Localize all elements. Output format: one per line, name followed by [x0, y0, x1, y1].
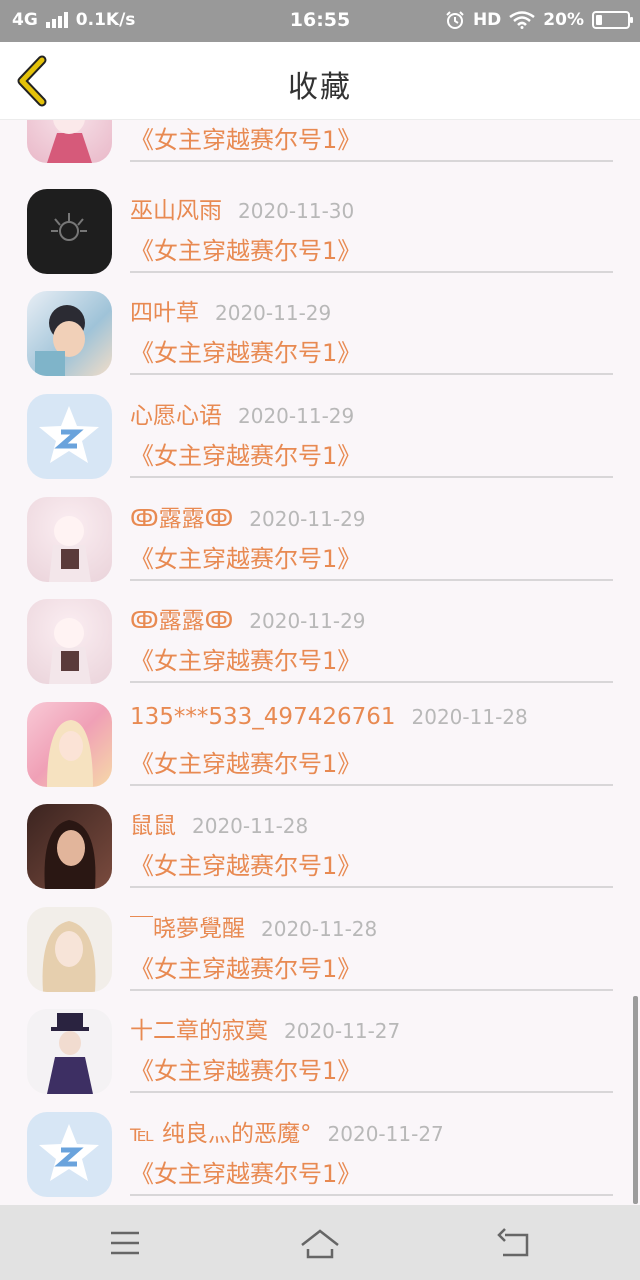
book-title: 《女主穿越赛尔号1》 [130, 1160, 362, 1188]
favorite-date: 2020-11-28 [192, 814, 309, 838]
user-name: 心愿心语 [130, 403, 222, 429]
user-avatar [27, 394, 112, 479]
back-nav-button[interactable] [493, 1223, 537, 1263]
divider [130, 1194, 613, 1196]
favorite-date: 2020-11-29 [238, 404, 355, 428]
book-title: 《女主穿越赛尔号1》 [130, 126, 362, 154]
user-name: ↂ露露ↂ [130, 506, 234, 532]
menu-button[interactable] [103, 1223, 147, 1263]
user-avatar [27, 291, 112, 376]
user-name: 四叶草 [130, 300, 199, 326]
app-header: 收藏 [0, 42, 640, 120]
user-name: 135***533_497426761 [130, 704, 396, 730]
scrollbar[interactable] [633, 996, 638, 1204]
divider [130, 886, 613, 888]
divider [130, 373, 613, 375]
user-name: ℡ 纯良灬的恶魔° [130, 1121, 312, 1147]
favorite-date: 2020-11-29 [249, 507, 366, 531]
user-name: ↂ露露ↂ [130, 608, 234, 634]
home-button[interactable] [298, 1223, 342, 1263]
favorite-date: 2020-11-30 [238, 199, 355, 223]
alarm-icon [446, 11, 464, 29]
list-item[interactable]: ↂ露露ↂ 2020-11-29 《女主穿越赛尔号1》 [0, 591, 640, 693]
favorite-date: 2020-11-29 [215, 301, 332, 325]
book-title: 《女主穿越赛尔号1》 [130, 955, 362, 983]
divider [130, 160, 613, 162]
home-icon [301, 1229, 339, 1259]
user-avatar [27, 1112, 112, 1197]
divider [130, 1091, 613, 1093]
book-title: 《女主穿越赛尔号1》 [130, 647, 362, 675]
favorite-date: 2020-11-29 [249, 609, 366, 633]
divider [130, 271, 613, 273]
book-title: 《女主穿越赛尔号1》 [130, 237, 362, 265]
book-title: 《女主穿越赛尔号1》 [130, 1057, 362, 1085]
page-title: 收藏 [288, 70, 352, 105]
user-avatar [27, 120, 112, 163]
status-bar: 4G 0.1K/s 16:55 HD 20% [0, 0, 640, 42]
menu-icon [111, 1231, 139, 1255]
book-title: 《女主穿越赛尔号1》 [130, 852, 362, 880]
favorite-date: 2020-11-28 [261, 917, 378, 941]
user-name: ￣晓夢覺醒 [130, 916, 245, 942]
return-icon [497, 1228, 529, 1257]
list-item[interactable]: ↂ露露ↂ 2020-11-29 《女主穿越赛尔号1》 [0, 489, 640, 591]
list-item[interactable]: 135***533_497426761 2020-11-28 《女主穿越赛尔号1》 [0, 694, 640, 796]
user-name: 鼠鼠 [130, 813, 176, 839]
user-avatar [27, 804, 112, 889]
list-item[interactable]: 十二章的寂寞 2020-11-27 《女主穿越赛尔号1》 [0, 1001, 640, 1103]
divider [130, 681, 613, 683]
user-name: 巫山风雨 [130, 198, 222, 224]
divider [130, 579, 613, 581]
hd-indicator: HD [472, 10, 502, 30]
favorite-date: 2020-11-28 [411, 705, 528, 729]
divider [130, 784, 613, 786]
favorite-date: 2020-11-27 [284, 1019, 401, 1043]
list-item[interactable]: 《女主穿越赛尔号1》 [0, 120, 640, 172]
favorites-list: 《女主穿越赛尔号1》 巫山风雨 2020-11-30 《女主穿越赛尔号1》 四叶草… [0, 120, 640, 1205]
battery-fill [596, 15, 602, 25]
list-item[interactable]: ￣晓夢覺醒 2020-11-28 《女主穿越赛尔号1》 [0, 899, 640, 1001]
list-item[interactable]: 四叶草 2020-11-29 《女主穿越赛尔号1》 [0, 283, 640, 385]
list-item[interactable]: ℡ 纯良灬的恶魔° 2020-11-27 《女主穿越赛尔号1》 [0, 1104, 640, 1205]
divider [130, 989, 613, 991]
user-avatar [27, 1009, 112, 1094]
user-name: 十二章的寂寞 [130, 1018, 268, 1044]
list-item[interactable]: 巫山风雨 2020-11-30 《女主穿越赛尔号1》 [0, 181, 640, 283]
book-title: 《女主穿越赛尔号1》 [130, 339, 362, 367]
user-avatar [27, 599, 112, 684]
list-item[interactable]: 心愿心语 2020-11-29 《女主穿越赛尔号1》 [0, 386, 640, 488]
user-avatar [27, 702, 112, 787]
system-nav-bar [0, 1205, 640, 1280]
book-title: 《女主穿越赛尔号1》 [130, 545, 362, 573]
battery-icon [592, 11, 633, 29]
book-title: 《女主穿越赛尔号1》 [130, 750, 362, 778]
battery-percent: 20% [543, 10, 584, 30]
wifi-icon [509, 11, 536, 29]
book-title: 《女主穿越赛尔号1》 [130, 442, 362, 470]
user-avatar [27, 497, 112, 582]
divider [130, 476, 613, 478]
user-avatar [27, 907, 112, 992]
favorite-date: 2020-11-27 [327, 1122, 444, 1146]
user-avatar [27, 189, 112, 274]
list-item[interactable]: 鼠鼠 2020-11-28 《女主穿越赛尔号1》 [0, 796, 640, 898]
